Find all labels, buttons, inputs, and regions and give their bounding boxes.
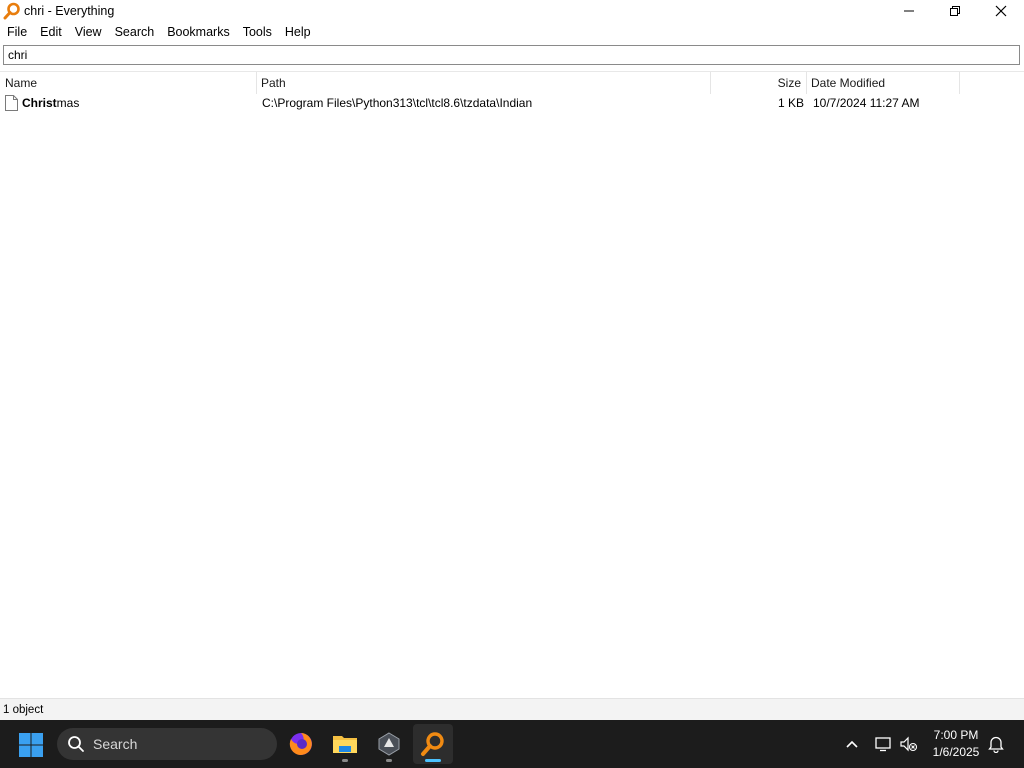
menu-help[interactable]: Help [278,22,317,43]
minimize-icon [904,10,914,12]
notifications-button[interactable] [986,734,1006,754]
show-hidden-icons-button[interactable] [842,734,862,754]
taskbar-everything[interactable] [413,724,453,764]
menu-edit[interactable]: Edit [33,22,68,43]
result-name: Christmas [22,93,79,114]
column-header-path[interactable]: Path [256,72,710,94]
file-icon [5,95,18,111]
table-row[interactable]: Christmas C:\Program Files\Python313\tcl… [0,93,1024,114]
status-bar: 1 object [0,698,1024,720]
clock-date: 1/6/2025 [932,745,980,759]
clock-time: 7:00 PM [933,728,979,742]
taskbar-search-box[interactable]: Search [57,728,277,760]
result-name-rest: mas [56,96,80,110]
column-divider[interactable] [959,72,960,94]
taskbar-app[interactable] [369,724,409,764]
running-indicator [386,759,392,762]
network-button[interactable] [873,734,893,754]
taskbar-clock[interactable]: 7:00 PM 1/6/2025 [924,727,988,761]
active-indicator [425,759,441,762]
bell-icon [988,736,1004,753]
menu-search[interactable]: Search [108,22,161,43]
status-object-count: 1 object [3,704,44,716]
menu-file[interactable]: File [0,22,33,43]
taskbar: Search 7:00 PM 1/6/2025 [0,720,1024,768]
everything-icon [421,732,444,756]
result-date-modified: 10/7/2024 11:27 AM [813,96,920,110]
window-title: chri - Everything [24,4,115,18]
title-bar: chri - Everything [0,0,1024,22]
network-icon [875,737,891,752]
taskbar-firefox[interactable] [281,724,321,764]
result-size: 1 KB [777,96,804,110]
column-headers: Name Path Size Date Modified [0,71,1024,94]
close-icon [995,5,1007,17]
close-button[interactable] [978,0,1024,22]
file-explorer-icon [333,736,357,753]
firefox-icon [289,733,312,755]
search-icon [68,736,84,752]
restore-button[interactable] [932,0,978,22]
volume-button[interactable] [899,734,919,754]
search-input[interactable] [4,46,1019,64]
menu-tools[interactable]: Tools [236,22,278,43]
result-name-match: Christ [22,96,57,110]
column-header-date-modified[interactable]: Date Modified [806,72,959,94]
restore-icon [950,6,960,16]
column-header-size[interactable]: Size [710,72,806,94]
taskbar-search-label: Search [93,736,138,752]
taskbar-file-explorer[interactable] [325,724,365,764]
window-controls [886,0,1024,22]
menu-bar: File Edit View Search Bookmarks Tools He… [0,22,1024,43]
windows-start-icon[interactable] [18,732,44,758]
column-header-name[interactable]: Name [0,72,256,94]
running-indicator [342,759,348,762]
volume-muted-icon [900,736,918,752]
minimize-button[interactable] [886,0,932,22]
app-icon [378,732,400,756]
search-box [3,45,1020,65]
everything-magnifier-icon [3,2,20,20]
menu-view[interactable]: View [68,22,108,43]
menu-bookmarks[interactable]: Bookmarks [160,22,236,43]
result-path: C:\Program Files\Python313\tcl\tcl8.6\tz… [262,96,533,110]
chevron-up-icon [846,740,858,748]
